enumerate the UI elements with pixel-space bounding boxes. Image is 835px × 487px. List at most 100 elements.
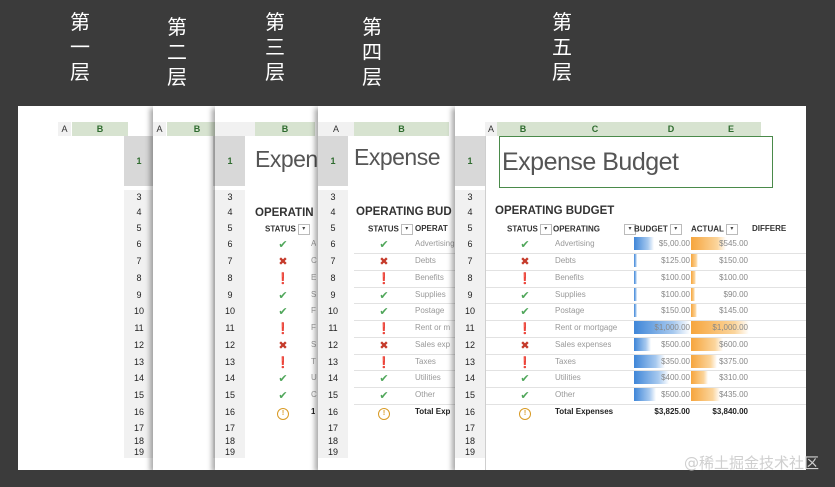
row-header-8[interactable]: 8 (124, 270, 154, 287)
row-header-8[interactable]: 8 (455, 270, 485, 287)
column-header-c[interactable]: C (549, 122, 641, 136)
operating-header[interactable]: OPERAT (415, 224, 448, 233)
row-header-13[interactable]: 13 (124, 354, 154, 370)
filter-dropdown-icon[interactable]: ▾ (297, 224, 310, 235)
row-header-13[interactable]: 13 (318, 354, 348, 370)
row-header-11[interactable]: 11 (318, 320, 348, 337)
row-header-17[interactable]: 17 (124, 420, 154, 436)
row-header-16[interactable]: 16 (215, 404, 245, 420)
row-header-17[interactable]: 17 (215, 420, 245, 436)
row-header-16[interactable]: 16 (124, 404, 154, 420)
row-header-12[interactable]: 12 (215, 337, 245, 354)
row-header-13[interactable]: 13 (215, 354, 245, 370)
row-header-14[interactable]: 14 (455, 370, 485, 387)
difference-header[interactable]: DIFFERE (752, 224, 806, 233)
row-header-1[interactable]: 1 (455, 136, 485, 186)
row-header-18[interactable]: 18 (318, 436, 348, 446)
row-header-15[interactable]: 15 (455, 387, 485, 404)
operating-header[interactable]: OPERATING ▾ (553, 224, 636, 235)
row-header-10[interactable]: 10 (318, 303, 348, 320)
row-header-19[interactable]: 19 (124, 446, 154, 458)
budget-header[interactable]: BUDGET ▾ (634, 224, 682, 235)
row-header-7[interactable]: 7 (124, 253, 154, 270)
row-header-3[interactable]: 3 (318, 190, 348, 204)
row-header-1[interactable]: 1 (215, 136, 245, 186)
column-header-a[interactable] (215, 122, 255, 136)
row-header-4[interactable]: 4 (215, 204, 245, 220)
status-header[interactable]: STATUS ▾ (368, 224, 413, 235)
row-header-1[interactable]: 1 (124, 136, 154, 186)
column-header-b[interactable]: B (354, 122, 449, 136)
row-header-11[interactable]: 11 (215, 320, 245, 337)
row-header-7[interactable]: 7 (455, 253, 485, 270)
row-header-3[interactable]: 3 (124, 190, 154, 204)
filter-dropdown-icon[interactable]: ▾ (539, 224, 552, 235)
row-header-5[interactable]: 5 (455, 220, 485, 236)
row-header-9[interactable]: 9 (124, 287, 154, 303)
row-header-8[interactable]: 8 (318, 270, 348, 287)
filter-dropdown-icon[interactable]: ▾ (725, 224, 738, 235)
row-header-10[interactable]: 10 (124, 303, 154, 320)
row-header-13[interactable]: 13 (455, 354, 485, 370)
row-header-6[interactable]: 6 (318, 236, 348, 253)
row-header-3[interactable]: 3 (215, 190, 245, 204)
row-header-5[interactable]: 5 (124, 220, 154, 236)
row-header-9[interactable]: 9 (318, 287, 348, 303)
row-header-17[interactable]: 17 (318, 420, 348, 436)
row-header-15[interactable]: 15 (215, 387, 245, 404)
row-header-19[interactable]: 19 (318, 446, 348, 458)
row-header-14[interactable]: 14 (318, 370, 348, 387)
column-header-e[interactable]: E (701, 122, 761, 136)
row-header-9[interactable]: 9 (215, 287, 245, 303)
column-header-d[interactable]: D (641, 122, 701, 136)
actual-header[interactable]: ACTUAL ▾ (691, 224, 738, 235)
row-header-18[interactable]: 18 (124, 436, 154, 446)
column-header-a[interactable]: A (58, 122, 71, 136)
column-header-b[interactable]: B (497, 122, 549, 136)
row-header-18[interactable]: 18 (215, 436, 245, 446)
row-header-19[interactable]: 19 (455, 446, 485, 458)
row-header-6[interactable]: 6 (455, 236, 485, 253)
column-header-a[interactable]: A (485, 122, 497, 136)
row-header-12[interactable]: 12 (455, 337, 485, 354)
column-header-b[interactable]: B (255, 122, 315, 136)
status-header[interactable]: STATUS ▾ (265, 224, 310, 235)
row-header-14[interactable]: 14 (124, 370, 154, 387)
row-header-1[interactable]: 1 (318, 136, 348, 186)
row-header-17[interactable]: 17 (455, 420, 485, 436)
row-header-10[interactable]: 10 (215, 303, 245, 320)
status-header[interactable]: STATUS ▾ (507, 224, 552, 235)
filter-dropdown-icon[interactable]: ▾ (400, 224, 413, 235)
row-header-7[interactable]: 7 (318, 253, 348, 270)
operating-cell: C (311, 256, 317, 265)
column-header-b[interactable]: B (72, 122, 128, 136)
column-header-a[interactable]: A (318, 122, 354, 136)
row-header-19[interactable]: 19 (215, 446, 245, 458)
filter-dropdown-icon[interactable]: ▾ (669, 224, 682, 235)
row-header-9[interactable]: 9 (455, 287, 485, 303)
row-header-3[interactable]: 3 (455, 190, 485, 204)
row-header-6[interactable]: 6 (124, 236, 154, 253)
row-header-4[interactable]: 4 (318, 204, 348, 220)
row-header-14[interactable]: 14 (215, 370, 245, 387)
row-header-15[interactable]: 15 (124, 387, 154, 404)
row-header-8[interactable]: 8 (215, 270, 245, 287)
row-header-16[interactable]: 16 (318, 404, 348, 420)
row-header-5[interactable]: 5 (215, 220, 245, 236)
row-header-16[interactable]: 16 (455, 404, 485, 420)
budget-cell: $5,00.00 (658, 239, 690, 248)
row-header-11[interactable]: 11 (124, 320, 154, 337)
row-header-4[interactable]: 4 (455, 204, 485, 220)
row-header-6[interactable]: 6 (215, 236, 245, 253)
column-header-a[interactable]: A (153, 122, 166, 136)
row-header-11[interactable]: 11 (455, 320, 485, 337)
row-header-10[interactable]: 10 (455, 303, 485, 320)
title-cell[interactable]: Expense Budget (499, 136, 773, 188)
row-header-5[interactable]: 5 (318, 220, 348, 236)
row-header-18[interactable]: 18 (455, 436, 485, 446)
row-header-12[interactable]: 12 (318, 337, 348, 354)
row-header-12[interactable]: 12 (124, 337, 154, 354)
row-header-7[interactable]: 7 (215, 253, 245, 270)
row-header-15[interactable]: 15 (318, 387, 348, 404)
row-header-4[interactable]: 4 (124, 204, 154, 220)
